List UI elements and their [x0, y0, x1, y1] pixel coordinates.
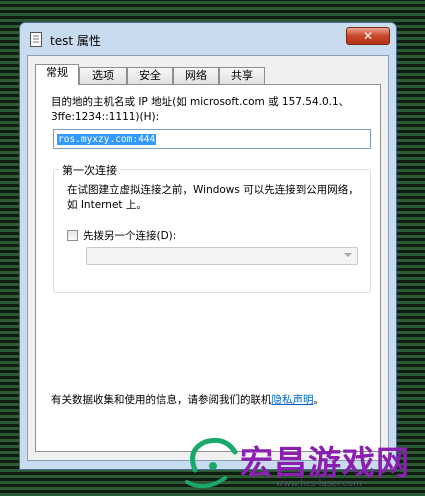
tab-sharing[interactable]: 共享: [219, 67, 265, 84]
connection-dropdown[interactable]: [86, 247, 358, 265]
first-connect-group: 第一次连接 在试图建立虚拟连接之前，Windows 可以先连接到公用网络，如 I…: [53, 162, 371, 293]
host-description: 目的地的主机名或 IP 地址(如 microsoft.com 或 157.54.…: [51, 96, 350, 123]
dial-first-checkbox[interactable]: [67, 230, 78, 241]
document-icon: [30, 32, 42, 47]
privacy-statement: 有关数据收集和使用的信息，请参阅我们的联机隐私声明。: [51, 392, 324, 407]
tab-options[interactable]: 选项: [79, 67, 127, 84]
privacy-end: 。: [313, 394, 325, 406]
group-description: 在试图建立虚拟连接之前，Windows 可以先连接到公用网络，如 Interne…: [67, 184, 359, 211]
tab-security[interactable]: 安全: [127, 67, 173, 84]
group-title: 第一次连接: [59, 162, 120, 178]
close-button[interactable]: ✕: [346, 27, 390, 45]
host-address-input[interactable]: ros.myxzy.com:444: [53, 129, 371, 149]
title-bar[interactable]: test 属性 ✕: [20, 23, 396, 55]
privacy-text: 有关数据收集和使用的信息，请参阅我们的联机: [51, 394, 272, 406]
host-address-value: ros.myxzy.com:444: [57, 134, 157, 145]
window-title: test 属性: [50, 34, 101, 48]
tab-network[interactable]: 网络: [173, 67, 219, 84]
privacy-link[interactable]: 隐私声明: [272, 394, 314, 406]
watermark-url: www.hcs-laser.com: [276, 479, 362, 489]
tab-general[interactable]: 常规: [35, 64, 79, 85]
chevron-down-icon: [344, 253, 352, 257]
dial-first-label[interactable]: 先拨另一个连接(D):: [83, 228, 176, 243]
dialog-body: 常规 选项 安全 网络 共享 目的地的主机名或 IP 地址(如 microsof…: [27, 55, 389, 461]
watermark-brand: 宏昌游戏网: [240, 443, 410, 482]
properties-window: test 属性 ✕ 常规 选项 安全 网络 共享 目的地的主机名或 IP 地址(…: [19, 22, 397, 470]
general-panel: 目的地的主机名或 IP 地址(如 microsoft.com 或 157.54.…: [35, 84, 381, 452]
